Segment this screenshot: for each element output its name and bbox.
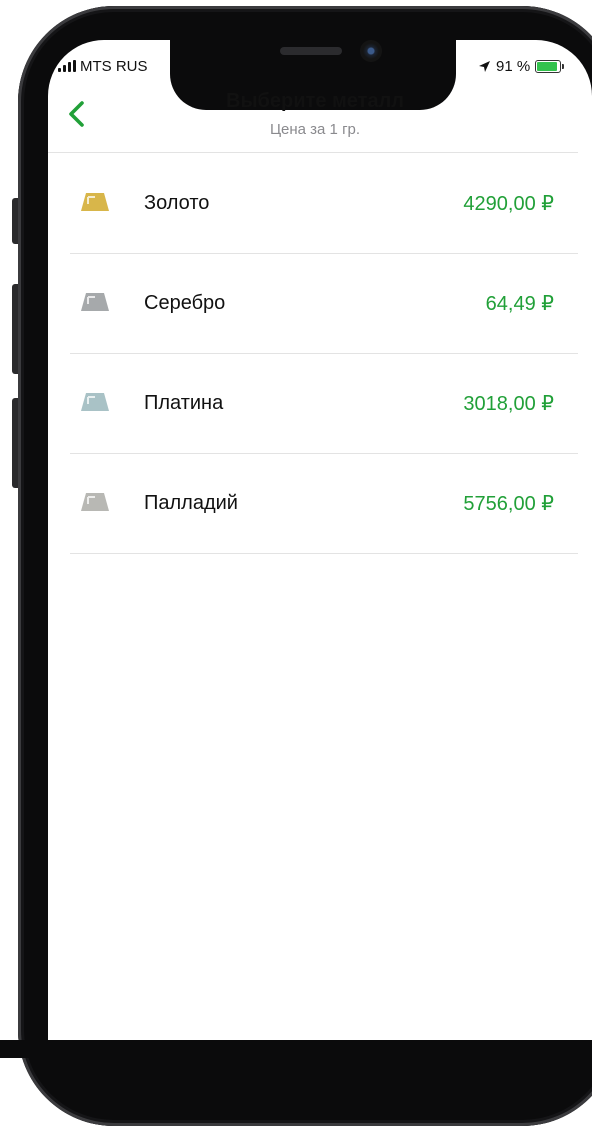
- speaker-grille: [280, 47, 342, 55]
- metal-price: 3018,00 ₽: [463, 393, 554, 415]
- camera-icon: [360, 40, 382, 62]
- status-bar-left: MTS RUS: [58, 56, 148, 76]
- battery-percent: 91 %: [496, 57, 531, 75]
- mute-switch: [12, 198, 18, 244]
- metal-name: Платина: [144, 392, 224, 414]
- metal-name: Палладий: [144, 492, 238, 514]
- bottom-bezel: [0, 1040, 592, 1058]
- page-title: Выберите металл: [226, 90, 404, 112]
- palladium-bar-icon: [81, 493, 109, 511]
- chevron-left-icon: [69, 101, 84, 127]
- location-arrow-icon: [479, 60, 490, 72]
- volume-up-button: [12, 284, 18, 374]
- metal-price: 4290,00 ₽: [463, 193, 554, 215]
- carrier-label: MTS RUS: [80, 57, 148, 75]
- silver-bar-icon: [81, 293, 109, 311]
- metal-price: 5756,00 ₽: [463, 493, 554, 515]
- metal-list: Золото 4290,00 ₽ Серебро 64,49 ₽ Платина…: [70, 154, 578, 554]
- volume-down-button: [12, 398, 18, 488]
- page-subtitle: Цена за 1 гр.: [269, 121, 361, 138]
- gold-bar-icon: [81, 193, 109, 211]
- metal-row-gold[interactable]: Золото 4290,00 ₽: [70, 154, 578, 254]
- metal-row-silver[interactable]: Серебро 64,49 ₽: [70, 254, 578, 354]
- metal-name: Серебро: [144, 292, 226, 314]
- metal-row-palladium[interactable]: Палладий 5756,00 ₽: [70, 454, 578, 554]
- metal-row-platinum[interactable]: Платина 3018,00 ₽: [70, 354, 578, 454]
- battery-level: [537, 61, 557, 71]
- platinum-bar-icon: [81, 393, 109, 411]
- metal-name: Золото: [144, 192, 210, 214]
- back-button[interactable]: [64, 98, 90, 130]
- signal-icon: [58, 60, 76, 72]
- battery-icon: [535, 59, 565, 73]
- metal-price: 64,49 ₽: [485, 293, 554, 315]
- status-bar-right: 91 %: [478, 56, 565, 76]
- header-divider: [48, 152, 578, 153]
